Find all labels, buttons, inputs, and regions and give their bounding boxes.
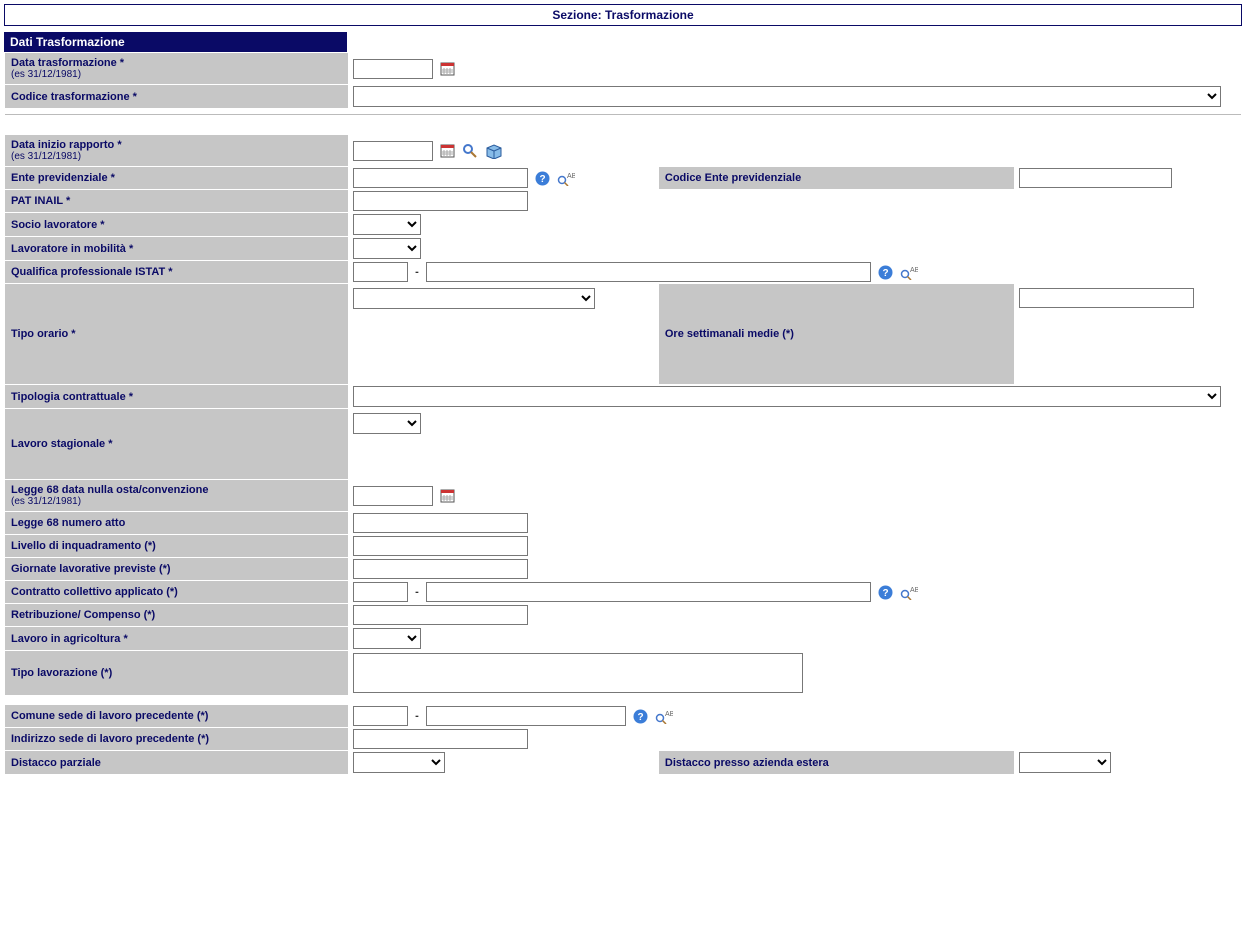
label-tipo-lavorazione: Tipo lavorazione (*) xyxy=(5,651,348,695)
help-icon[interactable]: ? xyxy=(633,709,648,724)
input-ente-previdenziale[interactable] xyxy=(353,168,528,188)
label-legge68-data: Legge 68 data nulla osta/convenzione (es… xyxy=(5,480,348,511)
abc-search-icon[interactable]: ABC xyxy=(900,265,918,280)
input-indirizzo-sede[interactable] xyxy=(353,729,528,749)
label-qualifica: Qualifica professionale ISTAT * xyxy=(5,261,348,283)
svg-text:?: ? xyxy=(540,174,546,185)
separator-dash: - xyxy=(415,266,419,278)
label-lavoro-agricoltura: Lavoro in agricoltura * xyxy=(5,627,348,650)
select-tipo-orario[interactable] xyxy=(353,288,595,309)
input-pat-inail[interactable] xyxy=(353,191,528,211)
label-lavoro-stagionale: Lavoro stagionale * xyxy=(5,409,348,479)
input-data-trasformazione[interactable] xyxy=(353,59,433,79)
calendar-icon[interactable] xyxy=(440,61,455,76)
input-comune-desc[interactable] xyxy=(426,706,626,726)
svg-text:ABC: ABC xyxy=(665,711,673,718)
input-tipo-lavorazione[interactable] xyxy=(353,653,803,693)
input-codice-ente[interactable] xyxy=(1019,168,1172,188)
label-codice-trasformazione: Codice trasformazione * xyxy=(5,85,348,108)
box-icon[interactable] xyxy=(485,143,503,159)
label-livello: Livello di inquadramento (*) xyxy=(5,535,348,557)
input-qualifica-code[interactable] xyxy=(353,262,408,282)
svg-text:?: ? xyxy=(882,588,888,599)
label-contratto-collettivo: Contratto collettivo applicato (*) xyxy=(5,581,348,603)
help-icon[interactable]: ? xyxy=(878,265,893,280)
svg-text:?: ? xyxy=(882,268,888,279)
svg-text:ABC: ABC xyxy=(567,173,575,180)
input-contratto-code[interactable] xyxy=(353,582,408,602)
separator-dash: - xyxy=(415,586,419,598)
label-indirizzo-sede: Indirizzo sede di lavoro precedente (*) xyxy=(5,728,348,750)
input-legge68-data[interactable] xyxy=(353,486,433,506)
input-ore-settimanali[interactable] xyxy=(1019,288,1194,308)
svg-text:ABC: ABC xyxy=(910,587,918,594)
label-codice-ente: Codice Ente previdenziale xyxy=(659,167,1014,189)
abc-search-icon[interactable]: ABC xyxy=(557,171,575,186)
help-icon[interactable]: ? xyxy=(535,171,550,186)
calendar-icon[interactable] xyxy=(440,143,455,158)
calendar-icon[interactable] xyxy=(440,488,455,503)
label-comune-sede: Comune sede di lavoro precedente (*) xyxy=(5,705,348,727)
label-data-trasformazione: Data trasformazione * (es 31/12/1981) xyxy=(5,53,348,84)
header-dati-trasformazione: Dati Trasformazione xyxy=(4,32,347,52)
label-socio: Socio lavoratore * xyxy=(5,213,348,236)
help-icon[interactable]: ? xyxy=(878,585,893,600)
input-contratto-desc[interactable] xyxy=(426,582,871,602)
search-icon[interactable] xyxy=(462,143,478,159)
svg-text:?: ? xyxy=(637,712,643,723)
abc-search-icon[interactable]: ABC xyxy=(655,709,673,724)
select-distacco-estera[interactable] xyxy=(1019,752,1111,773)
select-lavoro-stagionale[interactable] xyxy=(353,413,421,434)
label-ente-previdenziale: Ente previdenziale * xyxy=(5,167,348,189)
label-tipologia: Tipologia contrattuale * xyxy=(5,385,348,408)
select-socio[interactable] xyxy=(353,214,421,235)
input-data-inizio[interactable] xyxy=(353,141,433,161)
select-distacco-parziale[interactable] xyxy=(353,752,445,773)
label-pat-inail: PAT INAIL * xyxy=(5,190,348,212)
separator-dash: - xyxy=(415,710,419,722)
label-distacco-parziale: Distacco parziale xyxy=(5,751,348,774)
svg-text:ABC: ABC xyxy=(910,267,918,274)
input-legge68-numero[interactable] xyxy=(353,513,528,533)
select-tipologia[interactable] xyxy=(353,386,1221,407)
select-mobilita[interactable] xyxy=(353,238,421,259)
abc-search-icon[interactable]: ABC xyxy=(900,585,918,600)
label-data-inizio: Data inizio rapporto * (es 31/12/1981) xyxy=(5,135,348,166)
label-tipo-orario: Tipo orario * xyxy=(5,284,348,384)
label-ore-settimanali: Ore settimanali medie (*) xyxy=(659,284,1014,384)
select-lavoro-agricoltura[interactable] xyxy=(353,628,421,649)
label-giornate: Giornate lavorative previste (*) xyxy=(5,558,348,580)
label-retribuzione: Retribuzione/ Compenso (*) xyxy=(5,604,348,626)
section-title: Sezione: Trasformazione xyxy=(4,4,1242,26)
label-distacco-estera: Distacco presso azienda estera xyxy=(659,751,1014,774)
input-giornate[interactable] xyxy=(353,559,528,579)
input-comune-code[interactable] xyxy=(353,706,408,726)
input-livello[interactable] xyxy=(353,536,528,556)
select-codice-trasformazione[interactable] xyxy=(353,86,1221,107)
label-mobilita: Lavoratore in mobilità * xyxy=(5,237,348,260)
input-qualifica-desc[interactable] xyxy=(426,262,871,282)
label-legge68-numero: Legge 68 numero atto xyxy=(5,512,348,534)
input-retribuzione[interactable] xyxy=(353,605,528,625)
